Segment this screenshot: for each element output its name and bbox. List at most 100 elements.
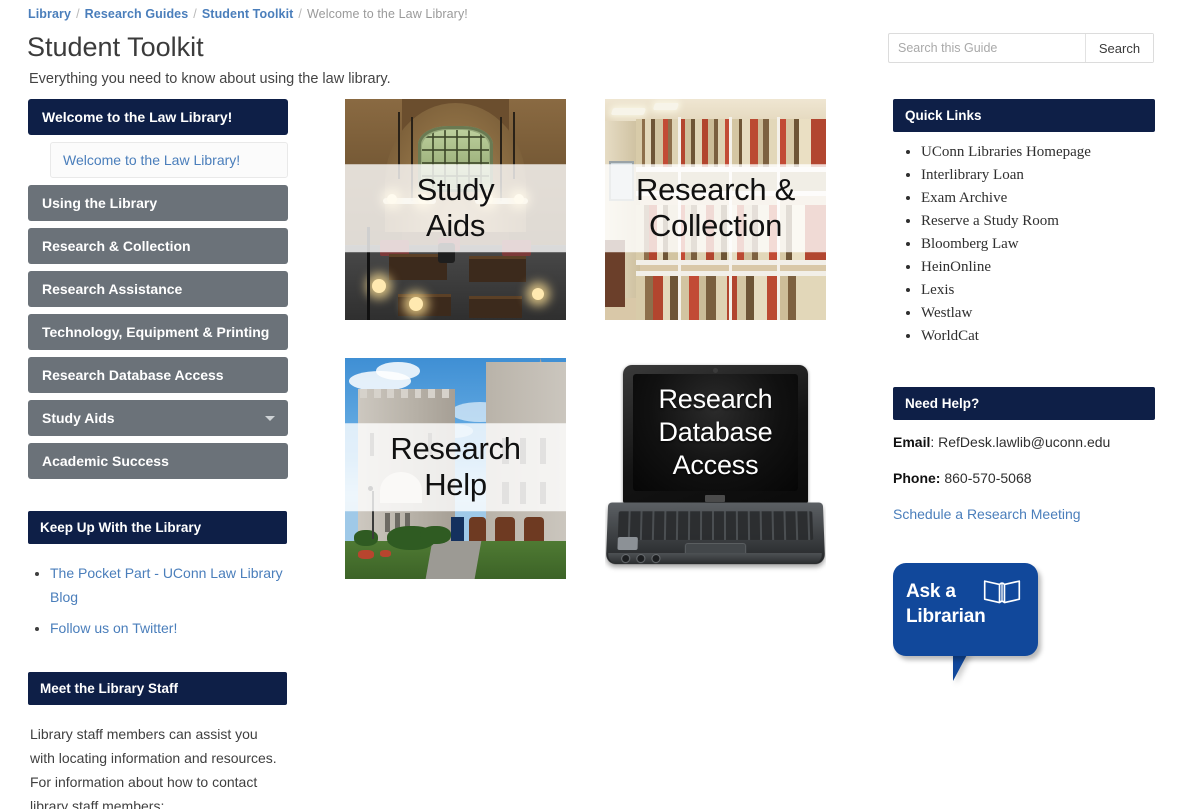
breadcrumb-separator: / [193,7,197,21]
sidebar-item-study-aids[interactable]: Study Aids [28,400,288,436]
breadcrumb-item-current: Welcome to the Law Library! [307,7,468,21]
tile-caption-line1: Research [658,384,773,415]
link-pocket-part-blog[interactable]: The Pocket Part - UConn Law Library Blog [50,565,283,605]
tile-research-help[interactable]: Research Help [345,358,566,579]
tile-caption: Research Help [345,422,566,511]
breadcrumb-item-research-guides[interactable]: Research Guides [85,7,189,21]
tile-caption-line2: Collection [648,207,783,243]
link-follow-us-on-twitter[interactable]: Follow us on Twitter! [50,620,177,636]
tile-caption: Study Aids [345,163,566,252]
chevron-down-icon[interactable] [265,416,275,421]
quick-links-list: UConn Libraries Homepage Interlibrary Lo… [893,144,1155,344]
meet-the-library-staff-box: Meet the Library Staff Library staff mem… [28,672,287,809]
breadcrumb-separator: / [76,7,80,21]
right-sidebar: Quick Links UConn Libraries Homepage Int… [893,99,1155,524]
tile-caption-line2: Database [658,417,773,448]
quick-link-heinonline[interactable]: HeinOnline [921,259,991,275]
list-item: Lexis [921,282,1155,298]
ask-a-librarian-label: Ask a Librarian [906,579,986,629]
page-subtitle: Everything you need to know about using … [29,71,391,87]
sidebar-item-technology-equipment-and-printing[interactable]: Technology, Equipment & Printing [28,314,288,350]
sidebar-item-research-database-access[interactable]: Research Database Access [28,357,288,393]
guide-search: Search [888,33,1154,63]
open-book-icon [983,580,1021,604]
laptop-screen-caption: Research Database Access [658,383,772,482]
quick-link-uconn-libraries-homepage[interactable]: UConn Libraries Homepage [921,144,1091,160]
search-input[interactable] [889,34,1085,62]
meet-staff-box-title: Meet the Library Staff [28,672,287,705]
speech-bubble[interactable]: Ask a Librarian [893,563,1038,656]
email-label: Email [893,434,931,450]
sidebar-subitem-welcome-to-the-law-library[interactable]: Welcome to the Law Library! [50,142,288,178]
list-item: UConn Libraries Homepage [921,144,1155,160]
quick-link-reserve-a-study-room[interactable]: Reserve a Study Room [921,213,1059,229]
sidebar-item-label: Research Assistance [42,281,183,297]
tile-grid: Study Aids Research & Collection Researc… [345,99,830,617]
tile-research-database-access[interactable]: Research Database Access [605,358,826,579]
phone-label: Phone: [893,470,941,486]
email-value: RefDesk.lawlib@uconn.edu [938,434,1111,450]
quick-link-lexis[interactable]: Lexis [921,282,954,298]
quick-link-worldcat[interactable]: WorldCat [921,328,979,344]
tile-caption-line1: Study [416,171,495,207]
sidebar-item-label: Using the Library [42,195,158,211]
ask-line2: Librarian [906,606,986,627]
left-sidebar: Welcome to the Law Library! Welcome to t… [28,99,288,809]
breadcrumb-separator: / [298,7,302,21]
tile-caption-line1: Research [390,430,521,466]
need-help-box-title: Need Help? [893,387,1155,420]
need-help-box: Need Help? Email: RefDesk.lawlib@uconn.e… [893,387,1155,524]
sidebar-item-using-the-library[interactable]: Using the Library [28,185,288,221]
quick-link-westlaw[interactable]: Westlaw [921,305,972,321]
quick-link-bloomberg-law[interactable]: Bloomberg Law [921,236,1019,252]
guide-page: Library / Research Guides / Student Toolkit /… [0,0,1200,809]
sidebar-item-label: Academic Success [42,453,169,469]
keep-up-with-the-library-box: Keep Up With the Library The Pocket Part… [28,511,287,640]
list-item: Interlibrary Loan [921,167,1155,183]
tile-caption-line3: Access [672,450,759,481]
email-separator: : [930,434,939,450]
list-item: Reserve a Study Room [921,213,1155,229]
sidebar-item-label: Research & Collection [42,238,191,254]
list-item: Westlaw [921,305,1155,321]
list-item: HeinOnline [921,259,1155,275]
sidebar-item-research-and-collection[interactable]: Research & Collection [28,228,288,264]
breadcrumb-item-student-toolkit[interactable]: Student Toolkit [202,7,294,21]
sidebar-item-label: Study Aids [42,410,115,426]
email-line: Email: RefDesk.lawlib@uconn.edu [893,432,1155,452]
phone-value: 860-570-5068 [944,470,1032,486]
tile-caption-line1: Research & [636,171,795,207]
phone-line: Phone: 860-570-5068 [893,468,1155,488]
tile-study-aids[interactable]: Study Aids [345,99,566,320]
quick-links-box-title: Quick Links [893,99,1155,132]
sidebar-item-welcome-to-the-law-library[interactable]: Welcome to the Law Library! [28,99,288,135]
list-item: WorldCat [921,328,1155,344]
ask-a-librarian-widget[interactable]: Ask a Librarian [893,563,1053,693]
keep-up-box-body: The Pocket Part - UConn Law Library Blog… [28,544,287,640]
page-title: Student Toolkit [27,32,204,62]
sidebar-item-label: Technology, Equipment & Printing [42,324,270,340]
link-schedule-a-research-meeting[interactable]: Schedule a Research Meeting [893,506,1081,522]
tile-research-and-collection[interactable]: Research & Collection [605,99,826,320]
webcam-icon [712,367,718,373]
list-item: The Pocket Part - UConn Law Library Blog [50,561,285,609]
tile-caption-line2: Aids [425,207,486,243]
keep-up-box-title: Keep Up With the Library [28,511,287,544]
sidebar-item-academic-success[interactable]: Academic Success [28,443,288,479]
sidebar-item-research-assistance[interactable]: Research Assistance [28,271,288,307]
list-item: Bloomberg Law [921,236,1155,252]
breadcrumb-item-library[interactable]: Library [28,7,71,21]
need-help-box-body: Email: RefDesk.lawlib@uconn.edu Phone: 8… [893,420,1155,524]
sidebar-item-label: Research Database Access [42,367,224,383]
search-button[interactable]: Search [1085,34,1153,62]
list-item: Follow us on Twitter! [50,616,285,640]
ask-line1: Ask a [906,581,956,602]
quick-link-interlibrary-loan[interactable]: Interlibrary Loan [921,167,1024,183]
laptop-computer-photo: Research Database Access [605,358,826,579]
breadcrumb: Library / Research Guides / Student Toolkit /… [28,7,468,21]
meet-staff-box-body: Library staff members can assist you wit… [28,705,287,809]
tile-row: Research Help Research Database Access [345,358,830,579]
quick-link-exam-archive[interactable]: Exam Archive [921,190,1007,206]
tile-caption-line2: Help [424,466,487,502]
list-item: Exam Archive [921,190,1155,206]
